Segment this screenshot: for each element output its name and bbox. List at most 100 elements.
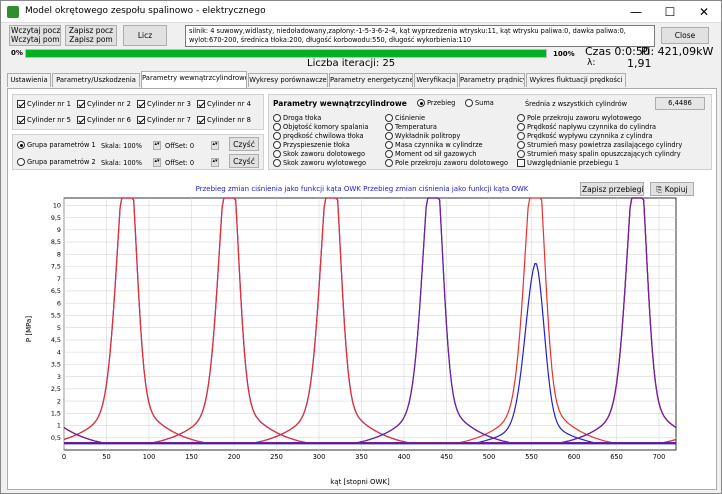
cylinder-1-checkbox[interactable]: Cylinder nr 1 (17, 100, 71, 108)
cylinder-5-checkbox[interactable]: Cylinder nr 5 (17, 116, 71, 124)
tab-comparison-charts[interactable]: Wykresy porównawcze (248, 73, 328, 87)
tab-energy-parameters[interactable]: Parametry energetyczne (329, 73, 413, 87)
iterations-label: Liczba iteracji: 25 (307, 58, 396, 69)
group-2-offset: OffSet: 0 (165, 159, 195, 167)
main-window: Model okrętowego zespołu spalinowo - ele… (0, 0, 722, 494)
plot-area (63, 197, 677, 451)
cylinder-4-checkbox[interactable]: Cylinder nr 4 (197, 100, 251, 108)
param-pressure-radio[interactable]: Ciśnienie (385, 114, 425, 122)
chart-y-axis-label: P [MPa] (25, 316, 33, 342)
progress-start-label: 0% (11, 49, 23, 57)
group-2-clear-button[interactable]: Czyść (229, 154, 259, 168)
pressure-chart: Przebieg zmian ciśnienia jako funkcji ką… (25, 185, 677, 486)
param-exhaust-valve-area-radio[interactable]: Pole przekroju zaworu wylotowego (517, 114, 641, 122)
engine-info-text: silnik: 4 suwowy,widlasty, niedoładowany… (185, 25, 655, 47)
close-button[interactable]: Close (661, 27, 709, 44)
x-tick-label: 150 (185, 453, 198, 461)
y-tick-label: 7,5 (51, 263, 61, 271)
x-tick-label: 400 (398, 453, 411, 461)
param-polytropic-exponent-radio[interactable]: Wykładnik politropy (385, 132, 460, 140)
group-1-scale-spinner[interactable]: ▴▾ (153, 141, 161, 150)
group-2-offset-spinner[interactable]: ▴▾ (211, 158, 219, 167)
save-button[interactable]: Zapisz pocz Zapisz pom (65, 25, 117, 46)
cylinder-8-checkbox[interactable]: Cylinder nr 8 (197, 116, 251, 124)
y-tick-label: 8,5 (51, 238, 61, 246)
x-tick-label: 350 (355, 453, 368, 461)
include-trace-1-checkbox[interactable]: Uwzględnianie przebiegu 1 (517, 159, 619, 167)
cylinder-selection-group: Cylinder nr 1 Cylinder nr 2 Cylinder nr … (12, 94, 264, 130)
cylinder-2-checkbox[interactable]: Cylinder nr 2 (77, 100, 131, 108)
x-tick-label: 50 (102, 453, 110, 461)
group-1-offset-spinner[interactable]: ▴▾ (211, 141, 219, 150)
group-2-scale-spinner[interactable]: ▴▾ (153, 158, 161, 167)
param-piston-path-radio[interactable]: Droga tłoka (273, 114, 321, 122)
window-title: Model okrętowego zespołu spalinowo - ele… (25, 6, 266, 16)
progress-end-label: 100% (553, 50, 575, 58)
maximize-button[interactable]: ☐ (653, 1, 687, 23)
y-tick-label: 4 (57, 348, 61, 356)
param-piston-velocity-radio[interactable]: prędkość chwilowa tłoka (273, 132, 364, 140)
save-aux-label: Zapisz pom (69, 34, 113, 44)
group-1-clear-button[interactable]: Czyść (229, 137, 259, 151)
param-gas-torque-radio[interactable]: Moment od sił gazowych (385, 150, 476, 158)
read-button[interactable]: Wczytaj pocz Wczytaj pom (9, 25, 61, 46)
param-exhaust-valve-lift-radio[interactable]: Skok zaworu wylotowego (273, 159, 366, 167)
x-tick-label: 450 (440, 453, 453, 461)
y-tick-label: 5 (57, 324, 61, 332)
tab-parameters-faults[interactable]: Parametry/Uszkodzenia (52, 73, 140, 87)
read-aux-label: Wczytaj pom (11, 34, 60, 44)
tab-settings[interactable]: Ustawienia (7, 73, 51, 87)
param-intake-valve-lift-radio[interactable]: Skok zaworu dolotowego (273, 150, 365, 158)
tab-in-cylinder-parameters[interactable]: Parametry wewnątrzcylindrowe (141, 71, 247, 88)
calculate-button[interactable]: Licz (123, 25, 167, 46)
x-tick-label: 250 (270, 453, 283, 461)
x-tick-label: 700 (653, 453, 666, 461)
cylinder-6-checkbox[interactable]: Cylinder nr 6 (77, 116, 131, 124)
cylinder-7-checkbox[interactable]: Cylinder nr 7 (137, 116, 191, 124)
progress-bar (25, 49, 547, 58)
tab-verification[interactable]: Weryfikacja (414, 73, 458, 87)
parameter-selection-panel: Parametry wewnątrzcylindrowe Przebieg Su… (268, 94, 712, 170)
y-tick-label: 1,5 (51, 410, 61, 418)
param-chamber-volume-radio[interactable]: Objętość komory spalania (273, 123, 368, 131)
y-tick-label: 4,5 (51, 336, 61, 344)
average-label: Średnia z wszystkich cylindrów (525, 100, 628, 108)
param-intake-valve-area-radio[interactable]: Pole przekroju zaworu dolotowego (385, 159, 508, 167)
window-close-button[interactable]: ✕ (687, 1, 721, 23)
x-tick-label: 550 (525, 453, 538, 461)
minimize-button[interactable]: — (619, 1, 653, 23)
y-tick-label: 9 (57, 226, 61, 234)
param-exhaust-mass-flow-radio[interactable]: Strumień masy spalin opuszczających cyli… (517, 150, 681, 158)
cylinder-3-checkbox[interactable]: Cylinder nr 3 (137, 100, 191, 108)
app-icon (7, 6, 19, 18)
param-temperature-radio[interactable]: Temperatura (385, 123, 437, 131)
x-tick-label: 650 (610, 453, 623, 461)
tab-generator-parameters[interactable]: Parametry prądnicy (459, 73, 525, 87)
y-tick-label: 6,5 (51, 287, 61, 295)
mode-sum-radio[interactable]: Suma (465, 99, 494, 107)
param-cylinder-mass-radio[interactable]: Masa czynnika w cylindrze (385, 141, 483, 149)
param-inflow-velocity-radio[interactable]: Prędkość napływu czynnika do cylindra (517, 123, 656, 131)
x-tick-label: 300 (313, 453, 326, 461)
group-2-scale: Skala: 100% (101, 159, 142, 167)
x-tick-label: 600 (568, 453, 581, 461)
lambda-value: 1,91 (627, 57, 652, 70)
param-piston-acceleration-radio[interactable]: Przyspieszenie tłoka (273, 141, 350, 149)
group-2-radio[interactable]: Grupa parametrów 2 (17, 158, 96, 166)
params-header: Parametry wewnątrzcylindrowe (273, 99, 407, 108)
y-tick-label: 7 (57, 275, 61, 283)
group-1-radio[interactable]: Grupa parametrów 1 (17, 141, 96, 149)
param-outflow-velocity-radio[interactable]: Prędkość wypływu czynnika z cylindra (517, 132, 652, 140)
group-1-scale: Skala: 100% (101, 142, 142, 150)
chart-title: Przebieg zmian ciśnienia jako funkcji ką… (196, 185, 529, 193)
y-tick-label: 1 (57, 422, 61, 430)
param-air-mass-flow-radio[interactable]: Strumień masy powietrza zasilającego cyl… (517, 141, 682, 149)
tab-speed-fluctuation[interactable]: Wykres fluktuacji prędkości (526, 73, 626, 87)
y-tick-label: 3 (57, 373, 61, 381)
y-tick-label: 8 (57, 250, 61, 258)
lambda-label: λ: (587, 58, 596, 68)
x-tick-label: 200 (228, 453, 241, 461)
mode-trace-radio[interactable]: Przebieg (417, 99, 455, 107)
chart-x-axis-label: kąt [stopni OWK] (330, 478, 390, 486)
y-tick-label: 5,5 (51, 312, 61, 320)
